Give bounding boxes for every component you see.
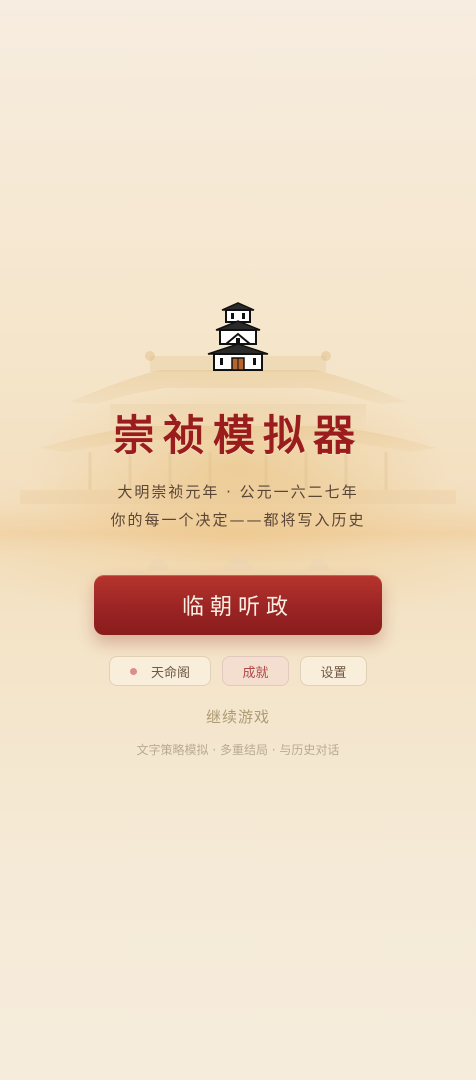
settings-label: 设置 — [320, 665, 347, 681]
subtitle-era: 大明崇祯元年 · 公元一六二七年 — [117, 483, 359, 501]
achievements-button[interactable]: 成就 — [222, 656, 289, 686]
start-game-label: 临朝听政 — [181, 595, 294, 620]
tagline: 文字策略模拟 · 多重结局 · 与历史对话 — [136, 743, 340, 757]
subtitle-motto: 你的每一个决定——都将写入历史 — [110, 511, 366, 529]
achievements-label: 成就 — [242, 665, 269, 681]
start-game-button[interactable]: 临朝听政 — [94, 575, 382, 635]
japanese-castle-icon — [207, 302, 269, 371]
continue-game-link[interactable]: 继续游戏 — [0, 706, 476, 727]
fate-pavilion-label: 天命阁 — [150, 665, 190, 681]
fate-pavilion-button[interactable]: 天命阁 — [109, 656, 211, 686]
dot-icon — [129, 667, 137, 675]
settings-button[interactable]: 设置 — [300, 656, 367, 686]
app-title: 崇祯模拟器 — [112, 411, 363, 460]
